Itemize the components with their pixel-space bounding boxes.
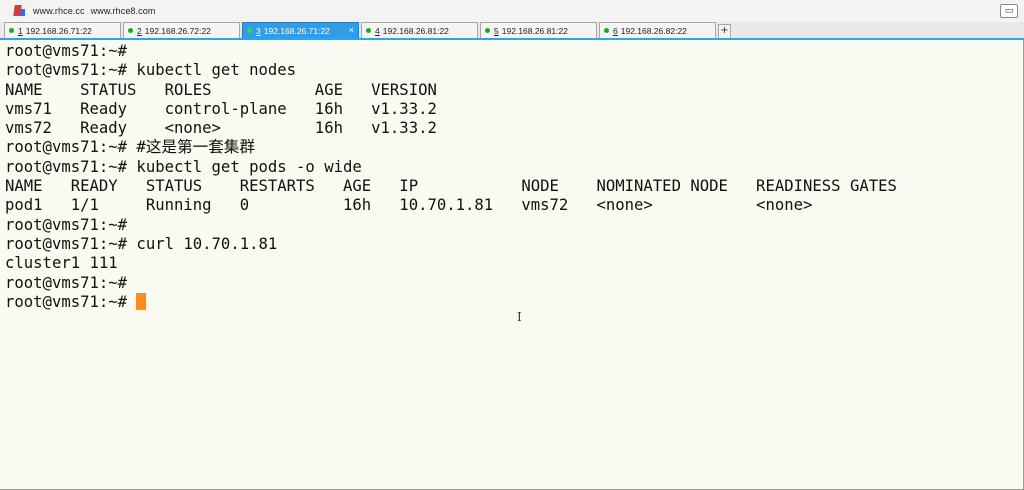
connection-status-icon [366, 28, 371, 33]
terminal-line: NAME READY STATUS RESTARTS AGE IP NODE N… [5, 177, 897, 196]
connection-status-icon [247, 28, 252, 33]
text-cursor-ibeam-icon: I [517, 310, 522, 324]
terminal-line: NAME STATUS ROLES AGE VERSION [5, 80, 437, 99]
connection-status-icon [485, 28, 490, 33]
terminal-line: root@vms71:~# [5, 273, 128, 292]
tab-number: 1 [18, 25, 23, 36]
terminal-line: root@vms71:~# kubectl get pods -o wide [5, 157, 362, 176]
window-title: www.rhce.cc www.rhce8.com [33, 6, 161, 16]
terminal-line: root@vms71:~# kubectl get nodes [5, 61, 297, 80]
session-tab-2[interactable]: 2 192.168.26.72:22 [123, 22, 240, 38]
terminal-prompt-line[interactable]: root@vms71:~# [5, 292, 1015, 312]
tab-number: 2 [137, 25, 142, 36]
session-tab-1[interactable]: 1 192.168.26.71:22 [4, 22, 121, 38]
terminal-line: root@vms71:~# [5, 215, 128, 234]
terminal-prompt: root@vms71:~# [5, 292, 137, 311]
tab-label: 192.168.26.81:22 [382, 25, 449, 36]
terminal-line: cluster1 111 [5, 254, 118, 273]
terminal-app-window: www.rhce.cc www.rhce8.com ▭ 1 192.168.26.7… [0, 0, 1024, 490]
connection-status-icon [604, 28, 609, 33]
terminal-cursor [136, 292, 147, 310]
session-tab-4[interactable]: 4 192.168.26.81:22 [361, 22, 478, 38]
tab-number: 3 [256, 25, 261, 36]
title-part-2: www.rhce8.com [90, 6, 156, 16]
session-tab-bar: 1 192.168.26.71:22 2 192.168.26.72:22 3 192.1… [0, 22, 1024, 40]
tab-number: 4 [375, 25, 380, 36]
tab-number: 5 [494, 25, 499, 36]
connection-status-icon [128, 28, 133, 33]
tab-label: 192.168.26.81:22 [501, 25, 568, 36]
terminal-line: vms72 Ready <none> 16h v1.33.2 [5, 119, 437, 138]
terminal-line: root@vms71:~# curl 10.70.1.81 [5, 234, 278, 253]
tab-label: 192.168.26.71:22 [25, 25, 92, 36]
tab-label: 192.168.26.82:22 [620, 25, 687, 36]
app-logo-icon [13, 5, 25, 17]
session-tab-6[interactable]: 6 192.168.26.82:22 [599, 22, 716, 38]
tab-number: 6 [613, 25, 618, 36]
session-tab-3[interactable]: 3 192.168.26.71:22 × [242, 22, 359, 38]
title-part-1: www.rhce.cc [33, 6, 85, 16]
connection-status-icon [9, 28, 14, 33]
tab-label: 192.168.26.71:22 [263, 25, 330, 36]
terminal-line: pod1 1/1 Running 0 16h 10.70.1.81 vms72 … [5, 196, 813, 215]
terminal-line: vms71 Ready control-plane 16h v1.33.2 [5, 99, 437, 118]
close-tab-icon[interactable]: × [349, 25, 354, 35]
terminal-line: root@vms71:~# #这是第一套集群 [5, 138, 255, 157]
terminal-line: root@vms71:~# [5, 42, 128, 60]
tab-label: 192.168.26.72:22 [144, 25, 211, 36]
new-tab-button[interactable]: + [718, 24, 731, 38]
title-bar: www.rhce.cc www.rhce8.com ▭ [0, 0, 1024, 22]
terminal-output[interactable]: root@vms71:~# root@vms71:~# kubectl get n… [5, 42, 1015, 482]
restore-window-button[interactable]: ▭ [1000, 4, 1018, 18]
session-tab-5[interactable]: 5 192.168.26.81:22 [480, 22, 597, 38]
